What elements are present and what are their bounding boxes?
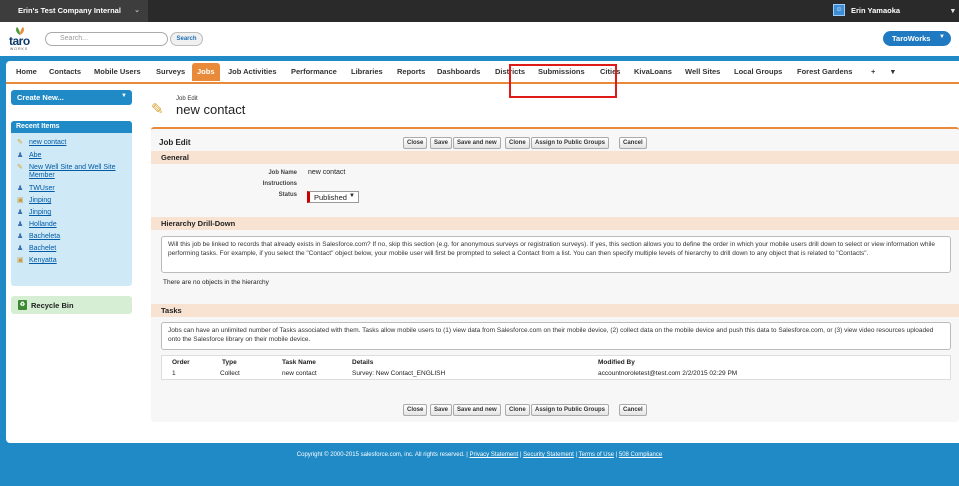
status-select[interactable]: Published ▼ [307, 191, 359, 203]
org-switcher[interactable]: Erin's Test Company Internal ⌄ [0, 0, 148, 22]
table-cell: Survey: New Contact_ENGLISH [352, 370, 446, 377]
tab-home[interactable]: Home [16, 67, 37, 76]
table-cell: Collect [220, 370, 240, 377]
person-icon: ♟ [17, 152, 24, 159]
trash-icon: ♻ [18, 300, 27, 310]
save-button[interactable]: Save [430, 404, 453, 416]
col-header: Type [222, 359, 237, 366]
search-button[interactable]: Search [170, 32, 203, 46]
table-cell: new contact [282, 370, 317, 377]
close-button[interactable]: Close [403, 404, 428, 416]
badge-icon: ▣ [17, 257, 24, 264]
section-hierarchy: Hierarchy Drill-Down [151, 217, 959, 230]
tab-kivaloans[interactable]: KivaLoans [634, 67, 672, 76]
tab-jobs[interactable]: Jobs [192, 63, 220, 81]
status-label: Status [278, 192, 297, 198]
tab-forest-gardens[interactable]: Forest Gardens [797, 67, 852, 76]
chevron-down-icon: ▼ [349, 193, 355, 199]
instructions-label: Instructions [262, 181, 297, 187]
tab-all-tabs[interactable]: + [871, 67, 875, 76]
save-button[interactable]: Save [430, 137, 453, 149]
job-name-value: new contact [308, 169, 346, 176]
chevron-down-icon: ▼ [121, 93, 127, 99]
assign-public-groups-button[interactable]: Assign to Public Groups [531, 137, 610, 149]
table-cell: 1 [172, 370, 176, 377]
tab-well-sites[interactable]: Well Sites [685, 67, 720, 76]
tab-surveys[interactable]: Surveys [156, 67, 185, 76]
chevron-down-icon: ▼ [939, 34, 945, 40]
tab-local-groups[interactable]: Local Groups [734, 67, 782, 76]
tasks-help-text: Jobs can have an unlimited number of Tas… [161, 322, 951, 350]
edit-block-title: Job Edit [159, 138, 191, 147]
section-tasks: Tasks [151, 304, 959, 317]
person-icon: ♟ [17, 221, 24, 228]
user-name: Erin Yamaoka [851, 6, 901, 15]
pencil-icon: ✎ [17, 139, 23, 146]
app-menu-button[interactable]: TaroWorks ▼ [883, 31, 951, 46]
col-header: Order [172, 359, 190, 366]
tab-contacts[interactable]: Contacts [49, 67, 81, 76]
job-name-label: Job Name [268, 170, 297, 176]
recycle-bin-link[interactable]: ♻ Recycle Bin [11, 296, 132, 314]
col-header: Task Name [282, 359, 316, 366]
person-icon: ♟ [17, 185, 24, 192]
clone-button[interactable]: Clone [505, 404, 530, 416]
table-cell: accountnoroletest@test.com 2/2/2015 02:2… [598, 370, 738, 377]
person-icon: ♟ [17, 209, 24, 216]
tab-mobile-users[interactable]: Mobile Users [94, 67, 141, 76]
tab-dashboards[interactable]: Dashboards [437, 67, 480, 76]
caret-down-icon: ▾ [951, 6, 955, 15]
create-new-button[interactable]: Create New... ▼ [11, 90, 132, 105]
tab-more-chevron-icon[interactable]: ▾ [891, 67, 895, 76]
save-and-new-button[interactable]: Save and new [453, 137, 501, 149]
tab-job-activities[interactable]: Job Activities [228, 67, 277, 76]
privacy-statement-link[interactable]: Privacy Statement [470, 452, 519, 458]
cancel-button[interactable]: Cancel [619, 137, 647, 149]
avatar: ☺ [833, 4, 845, 16]
taroworks-logo[interactable]: taro WORKS [9, 27, 31, 53]
terms-of-use-link[interactable]: Terms of Use [579, 452, 614, 458]
compliance-link[interactable]: 508 Compliance [619, 452, 662, 458]
section-general: General [151, 151, 959, 164]
save-and-new-button[interactable]: Save and new [453, 404, 501, 416]
hierarchy-empty-text: There are no objects in the hierarchy [163, 279, 269, 286]
header: taro WORKS Search... Search TaroWorks ▼ [0, 22, 959, 56]
pencil-icon: ✎ [17, 164, 23, 171]
search-input[interactable]: Search... [45, 32, 168, 46]
main-panel: Home Contacts Mobile Users Surveys Jobs … [6, 61, 959, 443]
highlight-box [509, 64, 617, 98]
recent-items-title: Recent Items [11, 121, 132, 133]
tasks-table: Order Type Task Name Details Modified By… [161, 355, 951, 380]
badge-icon: ▣ [17, 197, 24, 204]
recent-items: Recent Items ✎ new contact ♟ Abe ✎ New Well… [11, 121, 132, 286]
tab-reports[interactable]: Reports [397, 67, 425, 76]
footer: Copyright © 2000-2015 salesforce.com, in… [296, 452, 663, 458]
page-title: new contact [176, 102, 246, 117]
person-icon: ♟ [17, 245, 24, 252]
tab-libraries[interactable]: Libraries [351, 67, 383, 76]
person-icon: ♟ [17, 233, 24, 240]
tab-performance[interactable]: Performance [291, 67, 337, 76]
col-header: Modified By [598, 359, 635, 366]
assign-public-groups-button[interactable]: Assign to Public Groups [531, 404, 610, 416]
cancel-button[interactable]: Cancel [619, 404, 647, 416]
edit-block: Job Edit Close Save Save and new Clone A… [151, 127, 959, 422]
pencil-icon: ✎ [151, 101, 164, 118]
tab-bar: Home Contacts Mobile Users Surveys Jobs … [6, 61, 959, 84]
hierarchy-help-text: Will this job be linked to records that … [161, 236, 951, 273]
col-header: Details [352, 359, 374, 366]
chevron-down-icon: ⌄ [134, 7, 140, 14]
top-bar: Erin's Test Company Internal ⌄ ☺ Erin Yam… [0, 0, 959, 22]
clone-button[interactable]: Clone [505, 137, 530, 149]
security-statement-link[interactable]: Security Statement [523, 452, 574, 458]
close-button[interactable]: Close [403, 137, 428, 149]
user-menu[interactable]: ☺ Erin Yamaoka ▾ [833, 0, 959, 22]
